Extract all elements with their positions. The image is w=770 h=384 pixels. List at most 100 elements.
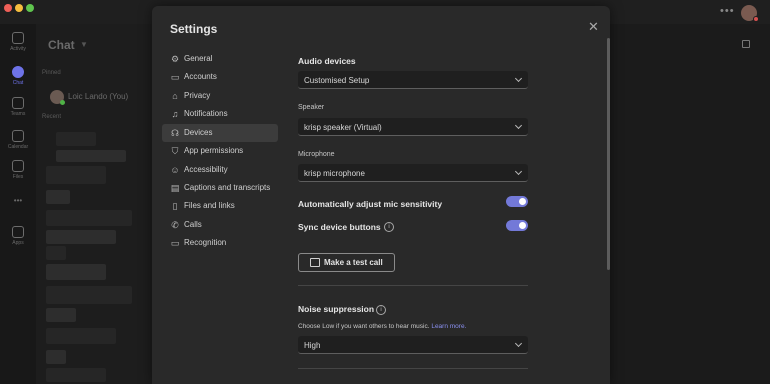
rail-item-files[interactable]: Files bbox=[0, 160, 36, 180]
sync-buttons-toggle[interactable] bbox=[506, 220, 528, 231]
nav-label: Recognition bbox=[184, 238, 227, 247]
chevron-down-icon[interactable]: ▼ bbox=[80, 40, 88, 49]
bell-icon: ♫ bbox=[171, 109, 179, 119]
list-item[interactable] bbox=[56, 150, 126, 162]
avatar bbox=[50, 90, 65, 105]
nav-item-accessibility[interactable]: ☺ Accessibility bbox=[162, 161, 278, 179]
minimize-window-button[interactable] bbox=[15, 4, 23, 12]
nav-label: Notifications bbox=[184, 109, 228, 118]
rail-item-calendar[interactable]: Calendar bbox=[0, 130, 36, 150]
nav-label: Accessibility bbox=[184, 165, 228, 174]
noise-help-text: Choose Low if you want others to hear mu… bbox=[298, 323, 466, 330]
list-item[interactable] bbox=[46, 210, 132, 226]
chevron-down-icon bbox=[514, 167, 523, 176]
list-item[interactable] bbox=[46, 350, 66, 364]
compose-icon[interactable] bbox=[742, 40, 750, 48]
rail-item-chat[interactable]: Chat bbox=[0, 66, 36, 86]
rail-label: Teams bbox=[10, 111, 26, 117]
profile-avatar[interactable] bbox=[741, 5, 759, 22]
close-icon[interactable]: ✕ bbox=[588, 20, 599, 33]
section-recent[interactable]: Recent bbox=[42, 114, 61, 120]
help-text: Choose Low if you want others to hear mu… bbox=[298, 323, 430, 330]
nav-label: Accounts bbox=[184, 72, 217, 81]
nav-item-app-permissions[interactable]: ⛉ App permissions bbox=[162, 142, 278, 160]
list-item[interactable] bbox=[46, 328, 116, 344]
nav-item-recognition[interactable]: ▭ Recognition bbox=[162, 234, 278, 252]
rail-item-teams[interactable]: Teams bbox=[0, 97, 36, 117]
audio-devices-heading: Audio devices bbox=[298, 56, 356, 66]
auto-adjust-label: Automatically adjust mic sensitivity bbox=[298, 199, 443, 209]
chevron-down-icon bbox=[514, 74, 523, 83]
learn-more-link[interactable]: Learn more. bbox=[431, 323, 466, 330]
info-icon[interactable]: i bbox=[376, 305, 386, 315]
chat-list-panel: Chat ▼ Pinned Loic Lando (You) Recent bbox=[36, 24, 154, 384]
divider bbox=[298, 368, 528, 369]
nav-label: General bbox=[184, 54, 213, 63]
more-apps-icon[interactable]: ••• bbox=[0, 196, 36, 205]
nav-item-files-and-links[interactable]: ▯ Files and links bbox=[162, 197, 278, 215]
bell-icon bbox=[12, 32, 24, 44]
accounts-icon: ▭ bbox=[170, 72, 180, 82]
nav-item-devices[interactable]: ☊ Devices bbox=[162, 124, 278, 142]
list-item[interactable] bbox=[46, 190, 70, 204]
chat-title: Chat bbox=[48, 38, 75, 52]
nav-item-calls[interactable]: ✆ Calls bbox=[162, 216, 278, 234]
settings-dialog: Settings ✕ ⚙ General ▭ Accounts ⌂ Privac… bbox=[152, 6, 610, 384]
noise-suppression-select[interactable]: High bbox=[298, 336, 528, 354]
list-item[interactable] bbox=[46, 166, 106, 184]
section-pinned[interactable]: Pinned bbox=[42, 70, 61, 76]
chat-item-name: Loic Lando (You) bbox=[68, 92, 129, 101]
list-item[interactable] bbox=[46, 246, 66, 260]
sync-buttons-label: Sync device buttons bbox=[298, 222, 381, 232]
main-area bbox=[610, 24, 770, 384]
chevron-down-icon bbox=[514, 339, 523, 348]
chat-item-self[interactable]: Loic Lando (You) bbox=[50, 90, 150, 106]
nav-item-notifications[interactable]: ♫ Notifications bbox=[162, 105, 278, 123]
button-label: Make a test call bbox=[324, 258, 383, 267]
select-value: krisp microphone bbox=[304, 169, 365, 178]
noise-suppression-heading: Noise suppression bbox=[298, 304, 375, 314]
nav-label: Files and links bbox=[184, 201, 235, 210]
rail-label: Apps bbox=[12, 240, 24, 246]
auto-adjust-toggle[interactable] bbox=[506, 196, 528, 207]
make-test-call-button[interactable]: Make a test call bbox=[298, 253, 395, 272]
chat-icon bbox=[12, 66, 24, 78]
rail-label: Activity bbox=[10, 46, 26, 52]
list-item[interactable] bbox=[56, 132, 96, 146]
list-item[interactable] bbox=[46, 264, 106, 280]
select-value: Customised Setup bbox=[304, 76, 370, 85]
rail-label: Files bbox=[12, 174, 24, 180]
lock-icon: ⌂ bbox=[172, 91, 178, 101]
shield-icon: ⛉ bbox=[171, 146, 179, 156]
list-item[interactable] bbox=[46, 308, 76, 322]
list-item[interactable] bbox=[46, 368, 106, 382]
list-item[interactable] bbox=[46, 230, 116, 244]
scrollbar[interactable] bbox=[607, 38, 610, 270]
maximize-window-button[interactable] bbox=[26, 4, 34, 12]
close-window-button[interactable] bbox=[4, 4, 12, 12]
speaker-label: Speaker bbox=[298, 104, 325, 111]
info-icon[interactable]: i bbox=[384, 222, 394, 232]
toggle-knob bbox=[519, 222, 526, 229]
rail-item-activity[interactable]: Activity bbox=[0, 32, 36, 52]
nav-item-captions[interactable]: ▤ Captions and transcripts bbox=[162, 179, 278, 197]
rail-label: Calendar bbox=[7, 144, 29, 150]
teams-icon bbox=[12, 97, 24, 109]
nav-item-general[interactable]: ⚙ General bbox=[162, 50, 278, 68]
files-icon bbox=[12, 160, 24, 172]
select-value: krisp speaker (Virtual) bbox=[304, 123, 382, 132]
nav-label: Captions and transcripts bbox=[184, 183, 271, 192]
app-rail: Activity Chat Teams Calendar Files ••• A… bbox=[0, 24, 36, 384]
gear-icon: ⚙ bbox=[170, 54, 180, 64]
nav-item-privacy[interactable]: ⌂ Privacy bbox=[162, 87, 278, 105]
list-item[interactable] bbox=[46, 286, 132, 304]
speaker-select[interactable]: krisp speaker (Virtual) bbox=[298, 118, 528, 136]
rail-item-apps[interactable]: Apps bbox=[0, 226, 36, 246]
microphone-select[interactable]: krisp microphone bbox=[298, 164, 528, 182]
audio-devices-select[interactable]: Customised Setup bbox=[298, 71, 528, 89]
phone-icon: ✆ bbox=[171, 220, 179, 230]
more-options-icon[interactable]: ••• bbox=[720, 5, 735, 17]
nav-item-accounts[interactable]: ▭ Accounts bbox=[162, 68, 278, 86]
file-icon: ▯ bbox=[172, 201, 178, 211]
settings-title: Settings bbox=[170, 22, 218, 36]
